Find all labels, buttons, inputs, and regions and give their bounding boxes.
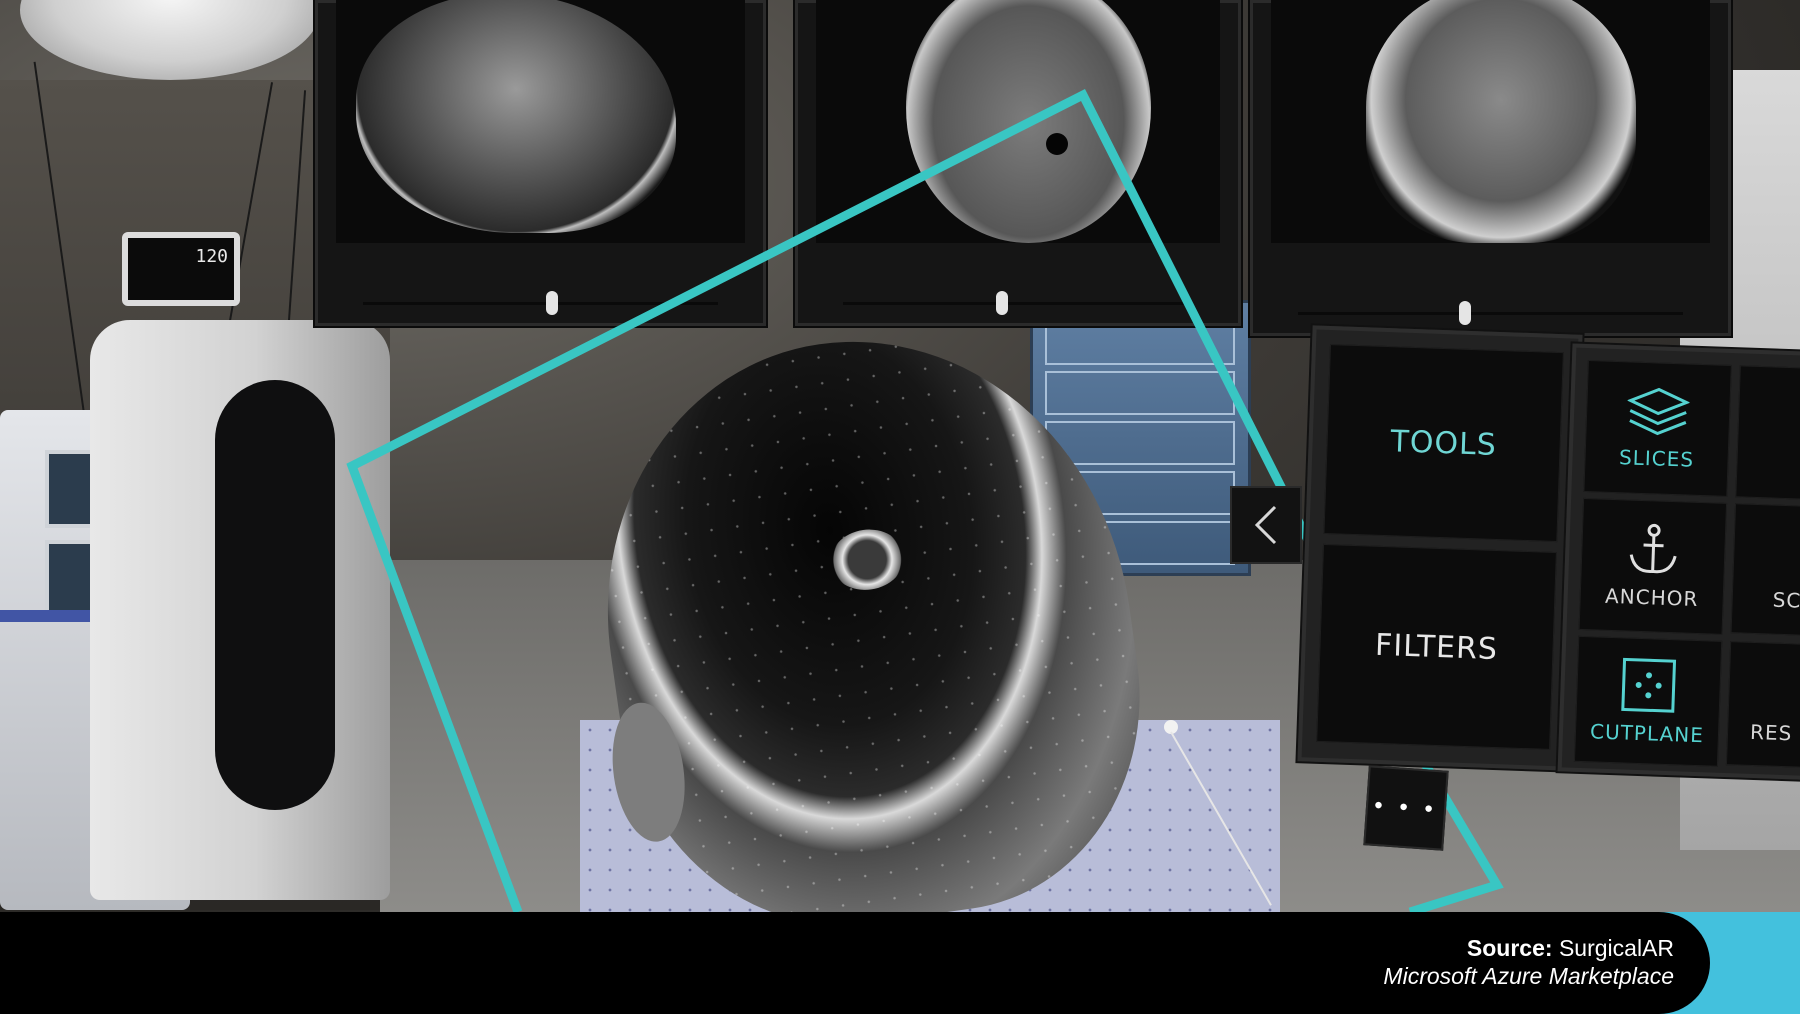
slices-button[interactable]: SLICES xyxy=(1583,360,1732,497)
filters-button[interactable]: FILTERS xyxy=(1316,543,1557,750)
chevron-left-icon xyxy=(1254,505,1277,545)
anchor-button[interactable]: ANCHOR xyxy=(1578,497,1728,635)
vitals-monitor: 120 xyxy=(122,232,240,306)
source-value: SurgicalAR xyxy=(1558,935,1674,961)
slice-slider-handle[interactable] xyxy=(1459,301,1471,325)
slice-slider-track xyxy=(363,302,718,305)
slice-panel-coronal[interactable] xyxy=(1250,0,1731,336)
slice-panel-sagittal[interactable] xyxy=(315,0,766,326)
cutplane-label: CUTPLANE xyxy=(1589,719,1705,748)
equipment-tower xyxy=(90,320,390,900)
source-marketplace: Microsoft Azure Marketplace xyxy=(1383,963,1674,989)
tools-menu-panel: TOOLS FILTERS xyxy=(1297,325,1583,771)
tools-button[interactable]: TOOLS xyxy=(1323,344,1564,543)
slice-slider-handle[interactable] xyxy=(996,291,1008,315)
anchor-label: ANCHOR xyxy=(1604,583,1699,611)
partial-label: SC xyxy=(1772,587,1800,613)
menu-tile-partial[interactable] xyxy=(1735,365,1800,502)
brain-axial xyxy=(906,0,1151,243)
source-credit: Source: SurgicalAR Microsoft Azure Marke… xyxy=(1383,934,1674,990)
tool-options-panel: SLICES ANCHOR SC CUTPLANE RES xyxy=(1557,343,1800,781)
mri-sagittal-image xyxy=(336,0,745,243)
surgical-lamp xyxy=(20,0,320,80)
brain-coronal xyxy=(1366,0,1636,243)
cutplane-button[interactable]: CUTPLANE xyxy=(1573,635,1723,767)
more-options-button[interactable]: • • • xyxy=(1363,765,1449,851)
source-label: Source: xyxy=(1466,935,1553,961)
mri-axial-image xyxy=(816,0,1220,243)
anchor-icon xyxy=(1629,523,1677,574)
more-icon: • • • xyxy=(1373,791,1439,824)
reset-button-partial[interactable]: RES xyxy=(1725,641,1800,770)
drawer xyxy=(1045,321,1235,365)
credit-footer: Source: SurgicalAR Microsoft Azure Marke… xyxy=(0,912,1800,1014)
drawer xyxy=(1045,421,1235,465)
partial-label: RES xyxy=(1749,719,1793,746)
brain-sagittal xyxy=(356,0,676,233)
filters-label: FILTERS xyxy=(1374,627,1499,667)
slice-slider-track xyxy=(1298,312,1683,315)
cutplane-icon xyxy=(1621,657,1677,713)
ar-scene: 120 TOOLS FILTERS SLICES ANCHOR SC CUTPL… xyxy=(0,0,1800,912)
monitor-reading: 120 xyxy=(195,246,228,267)
collapse-menu-button[interactable] xyxy=(1230,486,1302,564)
layers-icon xyxy=(1626,387,1691,436)
slice-panel-axial[interactable] xyxy=(795,0,1241,326)
tower-slot xyxy=(215,380,335,810)
lesion-marker xyxy=(1046,133,1068,155)
scale-button-partial[interactable]: SC xyxy=(1730,503,1800,638)
drawer xyxy=(1045,371,1235,415)
slices-label: SLICES xyxy=(1618,445,1695,472)
tools-label: TOOLS xyxy=(1389,423,1498,463)
slice-slider-track xyxy=(843,302,1193,305)
mri-coronal-image xyxy=(1271,0,1710,243)
slice-slider-handle[interactable] xyxy=(546,291,558,315)
